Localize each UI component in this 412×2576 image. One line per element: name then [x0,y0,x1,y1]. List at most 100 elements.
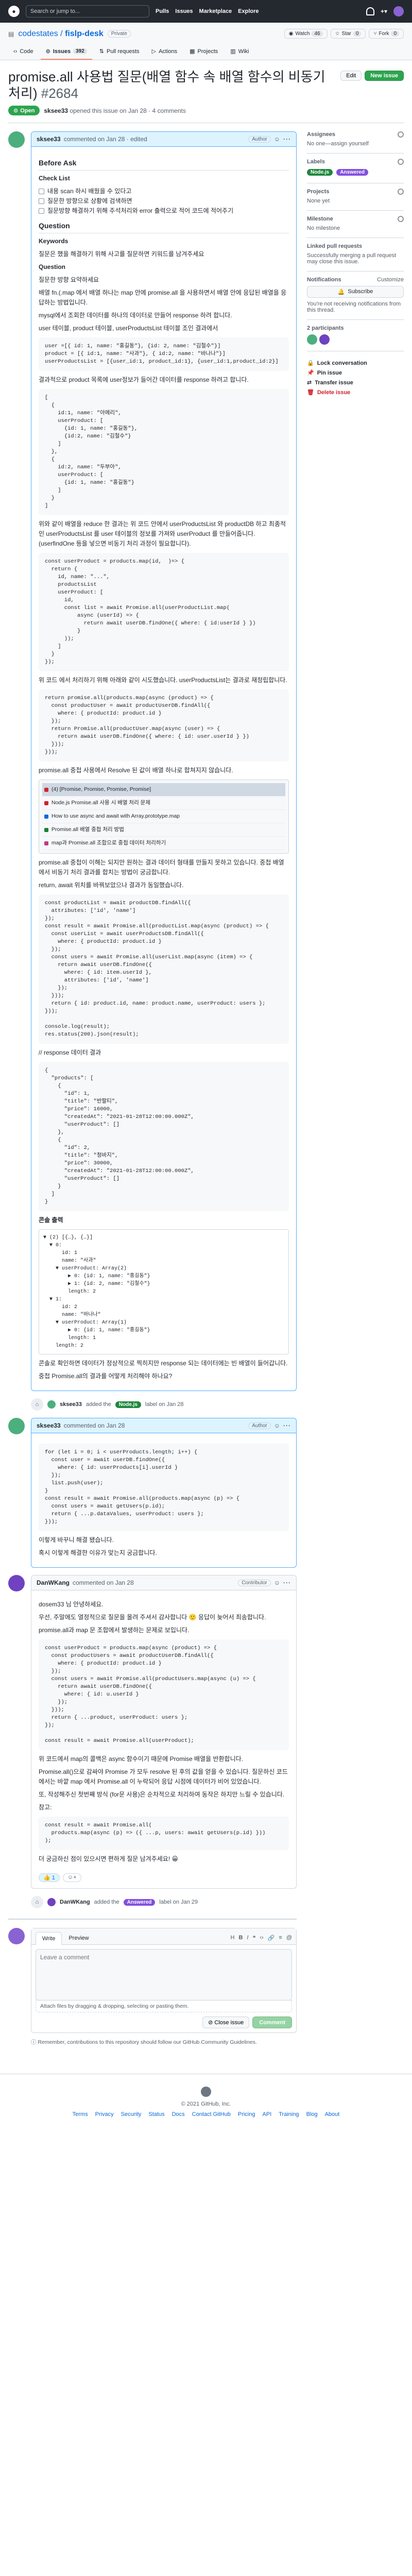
event-actor[interactable]: DanWKang [60,1899,90,1905]
footer-link[interactable]: Docs [172,2111,185,2117]
label-badge[interactable]: Answered [336,169,368,176]
nav-explore[interactable]: Explore [238,8,259,14]
sidebar-milestone[interactable]: Milestone No milestone [307,211,404,238]
tab-preview[interactable]: Preview [62,1931,95,1944]
kebab-menu-icon[interactable]: ··· [283,135,291,143]
avatar[interactable] [8,1575,25,1591]
sidebar-value[interactable]: No one—assign yourself [307,141,404,147]
tab-write[interactable]: Write [36,1932,62,1945]
repo-name[interactable]: fislp-desk [65,29,104,38]
tab-code[interactable]: ‹› Code [8,45,39,60]
new-issue-button[interactable]: New issue [365,71,404,81]
comment-author[interactable]: DanWKang [37,1579,70,1586]
code-block[interactable]: const userProduct = products.map(async (… [39,1639,289,1750]
code-block[interactable]: user =[{ id: 1, name: "홍길동"}, {id: 2, na… [39,337,289,371]
github-logo-icon[interactable] [201,2087,211,2097]
mention-icon[interactable]: @ [286,1935,292,1941]
event-actor[interactable]: sksee33 [60,1401,82,1408]
label-badge[interactable]: Node.js [307,169,333,176]
footer-link[interactable]: Contact GitHub [192,2111,231,2117]
comment-timestamp[interactable]: commented on Jan 28 [64,1422,125,1429]
smiley-icon[interactable]: ☺ [274,1579,280,1586]
list-icon[interactable]: ≡ [279,1935,282,1941]
comment-timestamp[interactable]: commented on Jan 28 · edited [64,135,147,143]
comment-textarea[interactable]: Leave a comment [36,1949,292,2001]
repo-owner[interactable]: codestates [18,29,58,38]
console-output-image[interactable]: ▼ (2) [{…}, {…}] ▼ 0: id: 1 name: "사과" ▼… [39,1229,289,1354]
watch-button[interactable]: ◉ Watch 46 [284,29,328,39]
comment-author[interactable]: sksee33 [37,1422,61,1429]
nav-marketplace[interactable]: Marketplace [199,8,232,14]
footer-link[interactable]: Training [279,2111,299,2117]
plus-icon[interactable]: +▾ [381,8,387,15]
footer-link[interactable]: Security [121,2111,142,2117]
kebab-menu-icon[interactable]: ··· [283,1422,291,1429]
github-logo-icon[interactable]: ● [8,6,20,17]
link-icon[interactable]: 🔗 [268,1935,275,1941]
comment-button[interactable]: Comment [252,2016,292,2028]
checkbox[interactable] [39,189,44,194]
gear-icon[interactable] [398,216,404,222]
kebab-menu-icon[interactable]: ··· [283,1579,291,1586]
lock-conversation-link[interactable]: 🔒 Lock conversation [307,360,404,367]
code-block[interactable]: [ { id:1, name: "아메리", userProduct: [ {i… [39,389,289,515]
avatar[interactable] [8,1418,25,1434]
footer-link[interactable]: Pricing [238,2111,255,2117]
checkbox[interactable] [39,198,44,204]
tab-pull-requests[interactable]: ⇅ Pull requests [94,45,145,60]
fork-button[interactable]: ⑂ Fork 0 [369,29,404,39]
repo-title[interactable]: codestates / fislp-desk [18,29,103,39]
avatar[interactable] [8,1928,25,1944]
delete-issue-link[interactable]: 🗑 Delete issue [307,389,404,396]
label-badge[interactable]: Answered [123,1899,156,1906]
comment-author[interactable]: sksee33 [37,135,61,143]
subscribe-button[interactable]: 🔔 Subscribe [307,286,404,298]
tab-wiki[interactable]: ▥ Wiki [225,45,254,60]
sidebar-assignees[interactable]: Assignees No one—assign yourself [307,131,404,154]
gear-icon[interactable] [398,131,404,138]
sidebar-labels[interactable]: Labels Node.js Answered [307,154,404,183]
gear-icon[interactable] [398,159,404,165]
code-block[interactable]: for (let i = 0; i < userProducts.length;… [39,1444,289,1531]
footer-link[interactable]: API [262,2111,271,2117]
bell-icon[interactable] [366,7,374,15]
footer-link[interactable]: About [325,2111,340,2117]
code-block[interactable]: return promise.all(products.map(async (p… [39,689,289,761]
smiley-icon[interactable]: ☺ [274,135,280,143]
avatar[interactable] [307,334,317,345]
add-reaction-icon[interactable]: ☺+ [62,1873,81,1882]
code-block[interactable]: const productList = await productDB.find… [39,894,289,1044]
gear-icon[interactable] [398,189,404,195]
close-issue-button[interactable]: ⊘ Close issue [202,2016,250,2028]
heading-icon[interactable]: H [230,1935,234,1941]
label-badge[interactable]: Node.js [115,1401,141,1408]
customize-link[interactable]: Customize [377,277,404,283]
tab-projects[interactable]: ▦ Projects [184,45,223,60]
search-input[interactable]: Search or jump to... [26,5,149,18]
star-button[interactable]: ☆ Star 0 [330,29,366,39]
nav-issues[interactable]: Issues [175,8,193,14]
quote-icon[interactable]: ❝ [252,1935,255,1941]
tab-actions[interactable]: ▷ Actions [147,45,183,60]
avatar[interactable] [8,131,25,148]
avatar[interactable] [319,334,330,345]
attach-files-bar[interactable]: Attach files by dragging & dropping, sel… [36,2000,292,2012]
italic-icon[interactable]: I [247,1935,248,1941]
thumbs-up-reaction[interactable]: 👍 1 [39,1873,60,1882]
code-block[interactable]: const result = await Promise.all( produc… [39,1817,289,1850]
footer-link[interactable]: Privacy [95,2111,114,2117]
tab-issues[interactable]: ⊙ Issues 392 [40,45,92,60]
comment-timestamp[interactable]: commented on Jan 28 [73,1579,134,1586]
bold-icon[interactable]: B [238,1935,243,1941]
embedded-screenshot[interactable]: (4) [Promise, Promise, Promise, Promise]… [39,779,289,854]
avatar[interactable] [47,1898,56,1906]
avatar[interactable] [47,1400,56,1409]
checkbox[interactable] [39,208,44,214]
transfer-issue-link[interactable]: ⇄ Transfer issue [307,379,404,386]
footer-link[interactable]: Blog [306,2111,318,2117]
code-block[interactable]: const userProduct = products.map(id, )=>… [39,553,289,671]
nav-pulls[interactable]: Pulls [156,8,169,14]
sidebar-projects[interactable]: Projects None yet [307,183,404,211]
smiley-icon[interactable]: ☺ [274,1422,280,1429]
issue-author[interactable]: sksee33 [44,107,68,114]
